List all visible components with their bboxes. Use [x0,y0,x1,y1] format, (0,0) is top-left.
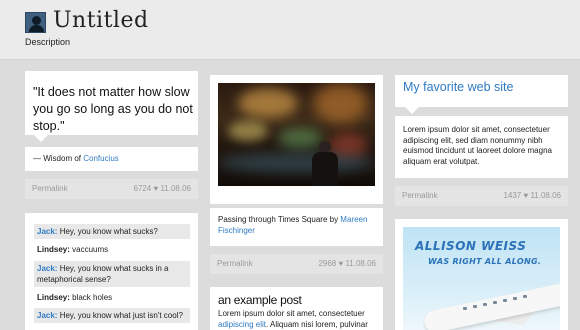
post-meta: 2968 ♥ 11.08.06 [318,259,376,268]
quote-source-link[interactable]: Confucius [83,154,119,163]
times-square-photo[interactable] [218,83,375,186]
quote-post-footer: Permalink 6724 ♥ 11.08.06 [25,179,198,199]
favorite-site-link[interactable]: My favorite web site [403,80,513,94]
chat-text: Hey, you know what sucks? [57,227,158,236]
plane-window [503,299,507,302]
link-post-footer: Permalink 1437 ♥ 11.08.06 [395,186,568,206]
chat-text: vaccuums [69,245,109,254]
blog-description: Description [25,37,71,47]
light-glow [228,121,268,141]
blog-title[interactable]: Untitled [53,8,149,33]
quote-source: — Wisdom of Confucius [25,147,198,171]
blog-header: Untitled Description [0,0,580,60]
photo-caption-text: Passing through Times Square by [218,215,341,224]
album-artist: ALLISON WEISS [415,239,527,253]
plane-window [483,303,487,306]
plane-window [473,305,477,308]
person-body [312,152,338,186]
plane-window [463,307,467,310]
post-title[interactable]: an example post [218,293,302,307]
post-body-text: . Aliquam nisi lorem, pulvinar [266,319,368,329]
album-cover-image[interactable]: ALLISON WEISS WAS RIGHT ALL ALONG. [403,227,560,330]
post-body-text: Lorem ipsum dolor sit amet, consectetuer [218,309,365,318]
plane-window [513,297,517,300]
plane-window [493,301,497,304]
permalink-link[interactable]: Permalink [32,179,68,199]
link-description: Lorem ipsum dolor sit amet, consectetuer… [403,125,552,166]
quote-text: "It does not matter how slow you go so l… [33,85,193,133]
link-post-body: Lorem ipsum dolor sit amet, consectetuer… [395,116,568,178]
light-glow [238,88,298,118]
chat-text: Hey, you know what sucks in a metaphoric… [37,264,169,284]
avatar[interactable] [25,12,46,33]
link-bubble-tail [405,107,419,114]
chat-line: Lindsey: vaccuums [34,242,190,257]
link-post-title-box: My favorite web site [395,75,568,107]
light-glow [278,128,323,148]
chat-text: black holes [69,293,113,302]
chat-speaker: Jack: [37,227,58,236]
album-title: WAS RIGHT ALL ALONG. [428,257,542,266]
chat-line: Lindsey: black holes [34,290,190,305]
avatar-body [29,25,44,32]
chat-line: Jack: Hey, you know what sucks? [34,224,190,239]
post-body-link[interactable]: adipiscing elit [218,320,266,329]
light-glow [313,83,368,123]
quote-bubble: "It does not matter how slow you go so l… [25,71,198,135]
quote-bubble-tail [34,135,48,142]
chat-speaker: Jack: [37,311,58,320]
photo-post-footer: Permalink 2968 ♥ 11.08.06 [210,254,383,274]
airplane-icon [422,281,560,330]
avatar-head [32,16,41,25]
quote-source-label: — Wisdom of [33,154,84,163]
chat-speaker: Lindsey: [37,245,70,254]
permalink-link[interactable]: Permalink [402,186,438,206]
text-post: an example post Lorem ipsum dolor sit am… [210,287,383,330]
post-meta: 1437 ♥ 11.08.06 [503,191,561,200]
permalink-link[interactable]: Permalink [217,254,253,274]
chat-text: Hey, you know what just isn't cool? [57,311,183,320]
light-glow [218,153,375,173]
plane-window [523,295,527,298]
chat-speaker: Jack: [37,264,58,273]
chat-line: Jack: Hey, you know what sucks in a meta… [34,261,190,287]
post-meta: 6724 ♥ 11.08.06 [133,184,191,193]
chat-speaker: Lindsey: [37,293,70,302]
photo-caption-box: Passing through Times Square by Mareen F… [210,208,383,246]
chat-line: Jack: Hey, you know what just isn't cool… [34,308,190,323]
